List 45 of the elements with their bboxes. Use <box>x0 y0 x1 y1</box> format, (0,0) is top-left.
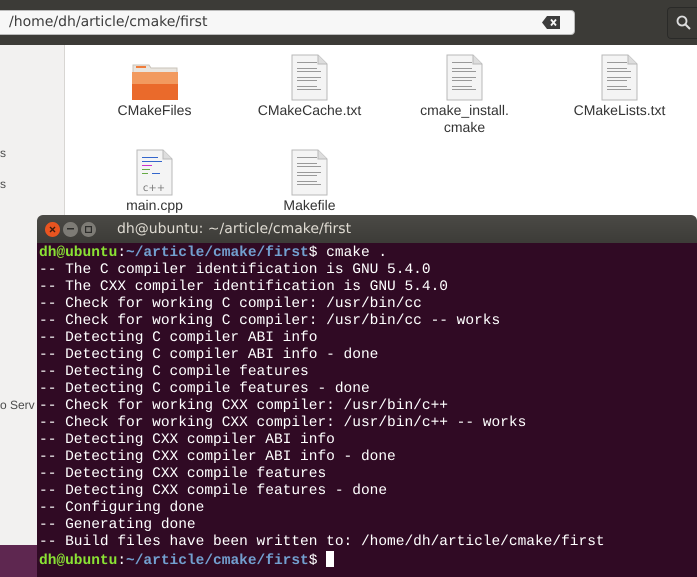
output-line: -- Check for working C compiler: /usr/bin/cc <box>39 296 422 312</box>
file-name[interactable]: Makefile <box>283 197 336 214</box>
folder-icon <box>130 62 178 102</box>
output-line: -- Configuring done <box>39 500 204 516</box>
output-line: -- Check for working CXX compiler: /usr/bin/c++ <box>39 398 448 414</box>
location-field[interactable]: /home/dh/article/cmake/first <box>0 10 575 35</box>
clear-icon[interactable] <box>542 16 560 29</box>
output-line: -- Detecting C compiler ABI info <box>39 330 318 346</box>
output-line: -- Check for working CXX compiler: /usr/bin/c++ -- works <box>39 415 526 431</box>
output-line: -- Detecting CXX compile features - done <box>39 483 388 499</box>
file-name[interactable]: main.cpp <box>126 197 183 214</box>
output-line: -- Detecting C compiler ABI info - done <box>39 347 378 363</box>
text-file-icon <box>446 54 484 102</box>
output-line: -- Build files have been written to: /home/dh/article/cmake/first <box>39 534 605 550</box>
search-button[interactable] <box>667 6 697 38</box>
output-line: -- The C compiler identification is GNU 5.4.0 <box>39 262 431 278</box>
file-name[interactable]: CMakeCache.txt <box>258 102 362 119</box>
search-icon <box>676 15 691 30</box>
source-file-icon: c++ <box>136 149 174 197</box>
output-line: -- Check for working C compiler: /usr/bin/cc -- works <box>39 313 500 329</box>
sidebar-item[interactable]: s <box>0 177 6 192</box>
text-file-icon <box>290 54 328 102</box>
file-name[interactable]: cmake_install. cmake <box>420 102 509 136</box>
output-line: -- Detecting CXX compiler ABI info - done <box>39 449 396 465</box>
minimize-button[interactable] <box>63 222 78 236</box>
output-line: -- Detecting CXX compile features <box>39 466 326 482</box>
output-line: -- Detecting CXX compiler ABI info <box>39 432 335 448</box>
prompt-line: dh@ubuntu:~/article/cmake/first$ <box>39 553 318 569</box>
output-line: -- Generating done <box>39 517 196 533</box>
maximize-button[interactable] <box>81 222 96 236</box>
sidebar-item[interactable]: o Serv <box>0 398 35 413</box>
maximize-icon <box>85 226 92 232</box>
text-file-icon <box>290 149 328 197</box>
close-icon <box>49 226 56 232</box>
sidebar-item[interactable]: s <box>0 146 6 161</box>
file-name[interactable]: CMakeLists.txt <box>574 102 666 119</box>
window-title: dh@ubuntu: ~/article/cmake/first <box>117 220 352 238</box>
prompt-line: dh@ubuntu:~/article/cmake/first$ cmake . <box>39 245 388 261</box>
minimize-icon <box>67 228 74 230</box>
output-line: -- The CXX compiler identification is GNU 5.4.0 <box>39 279 448 295</box>
output-line: -- Detecting C compile features <box>39 364 309 380</box>
file-name[interactable]: CMakeFiles <box>118 102 192 119</box>
close-button[interactable] <box>45 222 60 236</box>
output-line: -- Detecting C compile features - done <box>39 381 370 397</box>
text-file-icon <box>600 54 638 102</box>
